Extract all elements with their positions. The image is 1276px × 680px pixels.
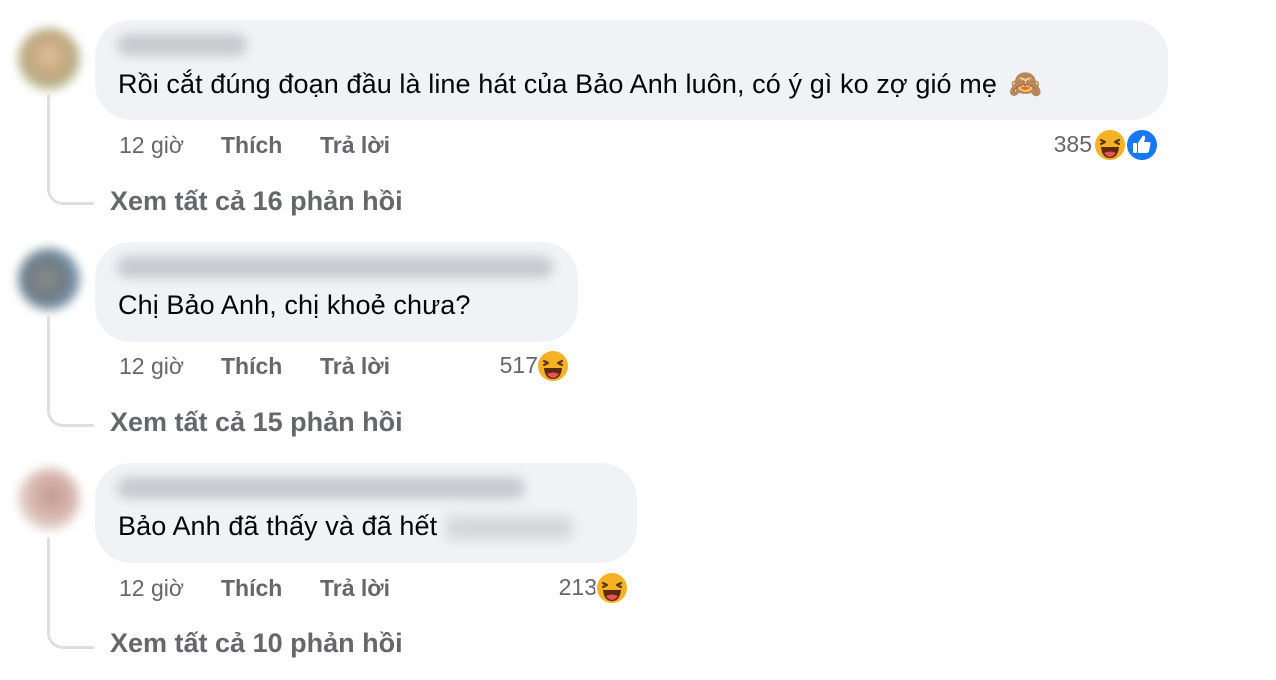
comment-actions: 12 giờ Thích Trả lời — [119, 353, 419, 383]
comment-text: Rồi cắt đúng đoạn đầu là line hát của Bả… — [118, 68, 1042, 100]
comment-text: Bảo Anh đã thấy và đã hết — [118, 511, 574, 542]
view-all-replies-link[interactable]: Xem tất cả 10 phản hồi — [110, 628, 403, 659]
reply-button[interactable]: Trả lời — [320, 353, 390, 380]
reaction-count: 213 — [558, 574, 597, 600]
see-no-evil-monkey-emoji: 🙈 — [1008, 69, 1043, 99]
avatar[interactable] — [18, 248, 80, 310]
avatar[interactable] — [18, 28, 80, 90]
comment-time[interactable]: 12 giờ — [119, 575, 184, 602]
reaction-count: 385 — [1053, 131, 1092, 157]
like-button[interactable]: Thích — [221, 353, 282, 380]
avatar[interactable] — [18, 468, 80, 530]
thread-line — [47, 94, 94, 205]
author-name-blurred[interactable] — [117, 256, 553, 278]
reply-button[interactable]: Trả lời — [320, 132, 390, 159]
comment-bubble: Rồi cắt đúng đoạn đầu là line hát của Bả… — [95, 20, 1168, 120]
reaction-summary[interactable]: 213 — [529, 571, 633, 607]
view-all-replies-link[interactable]: Xem tất cả 15 phản hồi — [110, 407, 403, 438]
comment-time[interactable]: 12 giờ — [119, 132, 184, 159]
view-all-replies-link[interactable]: Xem tất cả 16 phản hồi — [110, 186, 403, 217]
haha-icon — [536, 349, 570, 383]
comment-text: Chị Bảo Anh, chị khoẻ chưa? — [118, 290, 471, 321]
comment-bubble: Chị Bảo Anh, chị khoẻ chưa? — [95, 242, 578, 342]
thread-line — [47, 538, 94, 649]
haha-icon — [595, 571, 629, 605]
like-button[interactable]: Thích — [221, 132, 282, 159]
reaction-summary[interactable]: 385 — [1020, 128, 1162, 164]
comment-time[interactable]: 12 giờ — [119, 353, 184, 380]
comment-actions: 12 giờ Thích Trả lời — [119, 132, 419, 162]
author-name-blurred[interactable] — [117, 34, 247, 56]
comment-text-content: Bảo Anh đã thấy và đã hết — [118, 511, 438, 541]
comment-actions: 12 giờ Thích Trả lời — [119, 575, 419, 605]
blurred-text — [445, 515, 574, 540]
reaction-summary[interactable]: 517 — [470, 349, 574, 385]
comment-bubble: Bảo Anh đã thấy và đã hết — [95, 463, 637, 563]
comment-text-content: Chị Bảo Anh, chị khoẻ chưa? — [118, 290, 471, 320]
like-button[interactable]: Thích — [221, 575, 282, 602]
thread-line — [47, 316, 94, 427]
comment-text-content: Rồi cắt đúng đoạn đầu là line hát của Bả… — [118, 69, 997, 99]
author-name-blurred[interactable] — [117, 477, 525, 499]
reply-button[interactable]: Trả lời — [320, 575, 390, 602]
haha-icon — [1093, 128, 1127, 162]
reaction-count: 517 — [499, 352, 538, 378]
like-icon — [1125, 128, 1159, 162]
